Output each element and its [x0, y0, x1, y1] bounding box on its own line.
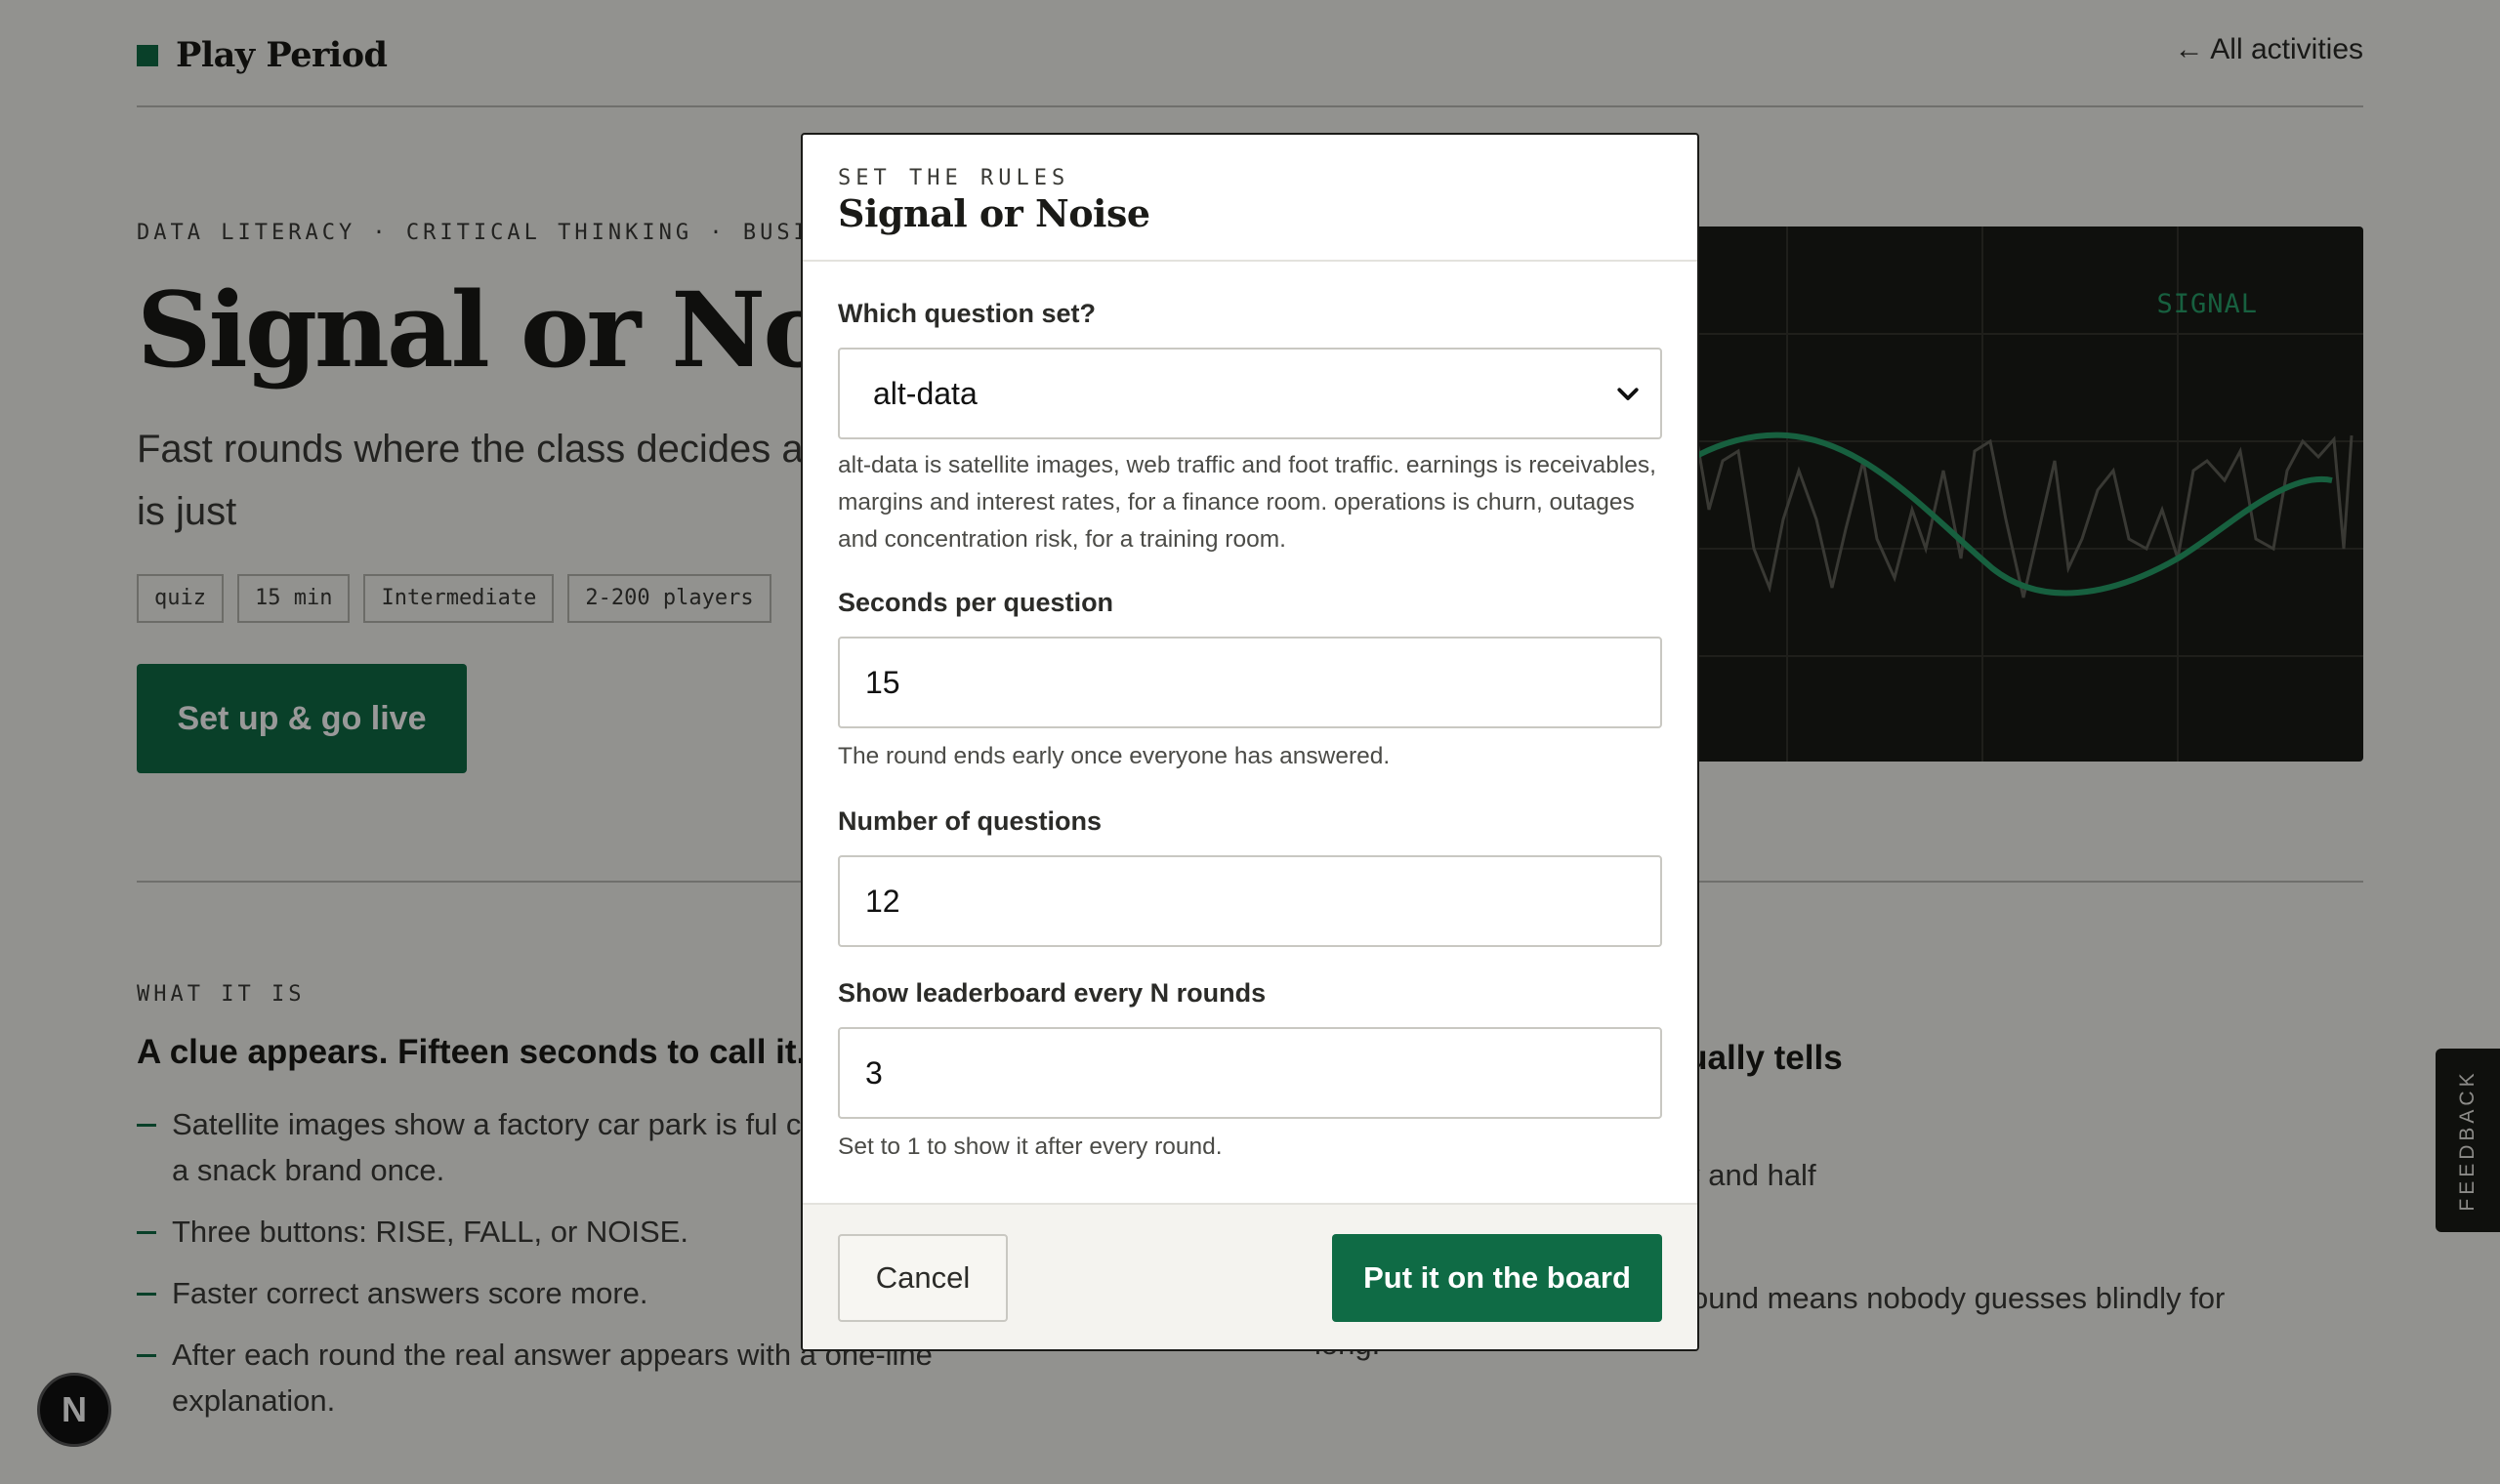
question-set-help: alt-data is satellite images, web traffi… [838, 452, 1656, 553]
leaderboard-label: Show leaderboard every N rounds [838, 978, 1267, 1008]
question-set-label: Which question set? [838, 299, 1097, 328]
leaderboard-input[interactable]: 3 [838, 1027, 1662, 1119]
setup-modal: SET THE RULES Signal or Noise Which ques… [801, 133, 1699, 1351]
question-set-value: alt-data [873, 376, 978, 411]
question-set-select[interactable]: alt-data [838, 348, 1662, 439]
seconds-input[interactable]: 15 [838, 637, 1662, 728]
questions-label: Number of questions [838, 806, 1103, 836]
chevron-down-icon [1617, 388, 1639, 400]
questions-input[interactable]: 12 [838, 855, 1662, 947]
modal-footer: Cancel Put it on the board [803, 1203, 1697, 1349]
modal-header: SET THE RULES Signal or Noise [803, 135, 1697, 262]
seconds-label: Seconds per question [838, 588, 1114, 617]
modal-title: Signal or Noise [838, 191, 1150, 235]
cancel-button[interactable]: Cancel [838, 1234, 1008, 1322]
put-on-board-button[interactable]: Put it on the board [1332, 1234, 1662, 1322]
leaderboard-help: Set to 1 to show it after every round. [838, 1134, 1223, 1160]
modal-eyebrow: SET THE RULES [838, 166, 1070, 190]
seconds-help: The round ends early once everyone has a… [838, 743, 1391, 769]
